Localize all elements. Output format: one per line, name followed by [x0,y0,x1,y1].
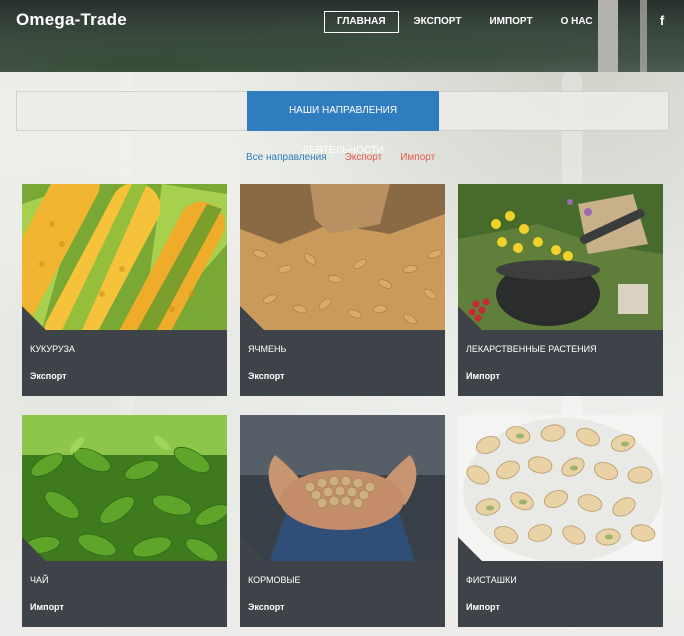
product-category: Экспорт [248,371,285,381]
product-card-corn[interactable]: КУКУРУЗА Экспорт [22,184,227,396]
product-name: ЧАЙ [30,575,49,585]
nav-item-about[interactable]: О НАС [548,11,606,33]
product-category: Экспорт [30,371,67,381]
product-category: Импорт [466,371,500,381]
site-header: Omega-Trade ГЛАВНАЯ ЭКСПОРТ ИМПОРТ О НАС… [0,0,684,72]
filter-import[interactable]: Импорт [400,152,435,163]
pistachios-image [458,415,663,561]
product-category: Импорт [466,602,500,612]
site-logo[interactable]: Omega-Trade [16,10,127,30]
product-category: Экспорт [248,602,285,612]
herbs-image [458,184,663,330]
product-name: ЛЕКАРСТВЕННЫЕ РАСТЕНИЯ [466,344,597,354]
filter-export[interactable]: Экспорт [345,152,383,163]
section-title: НАШИ НАПРАВЛЕНИЯ ДЕЯТЕЛЬНОСТИ [247,91,439,156]
product-name: КУКУРУЗА [30,344,75,354]
product-card-pistachios[interactable]: ФИСТАШКИ Импорт [458,415,663,627]
nav-item-home[interactable]: ГЛАВНАЯ [324,11,399,33]
product-name: КОРМОВЫЕ [248,575,301,585]
category-filters: Все направления Экспорт Импорт [246,152,453,163]
product-card-barley[interactable]: ЯЧМЕНЬ Экспорт [240,184,445,396]
corn-image [22,184,227,330]
feed-grain-image [240,415,445,561]
product-category: Импорт [30,602,64,612]
product-name: ФИСТАШКИ [466,575,517,585]
tea-image [22,415,227,561]
nav-item-import[interactable]: ИМПОРТ [476,11,545,33]
product-name: ЯЧМЕНЬ [248,344,287,354]
barley-image [240,184,445,330]
main-nav: ГЛАВНАЯ ЭКСПОРТ ИМПОРТ О НАС [324,11,608,33]
product-card-tea[interactable]: ЧАЙ Импорт [22,415,227,627]
product-card-feed[interactable]: КОРМОВЫЕ Экспорт [240,415,445,627]
product-card-herbs[interactable]: ЛЕКАРСТВЕННЫЕ РАСТЕНИЯ Импорт [458,184,663,396]
nav-item-export[interactable]: ЭКСПОРТ [401,11,475,33]
facebook-icon[interactable]: f [657,13,667,29]
filter-all[interactable]: Все направления [246,152,327,163]
section-header: НАШИ НАПРАВЛЕНИЯ ДЕЯТЕЛЬНОСТИ [16,91,669,156]
